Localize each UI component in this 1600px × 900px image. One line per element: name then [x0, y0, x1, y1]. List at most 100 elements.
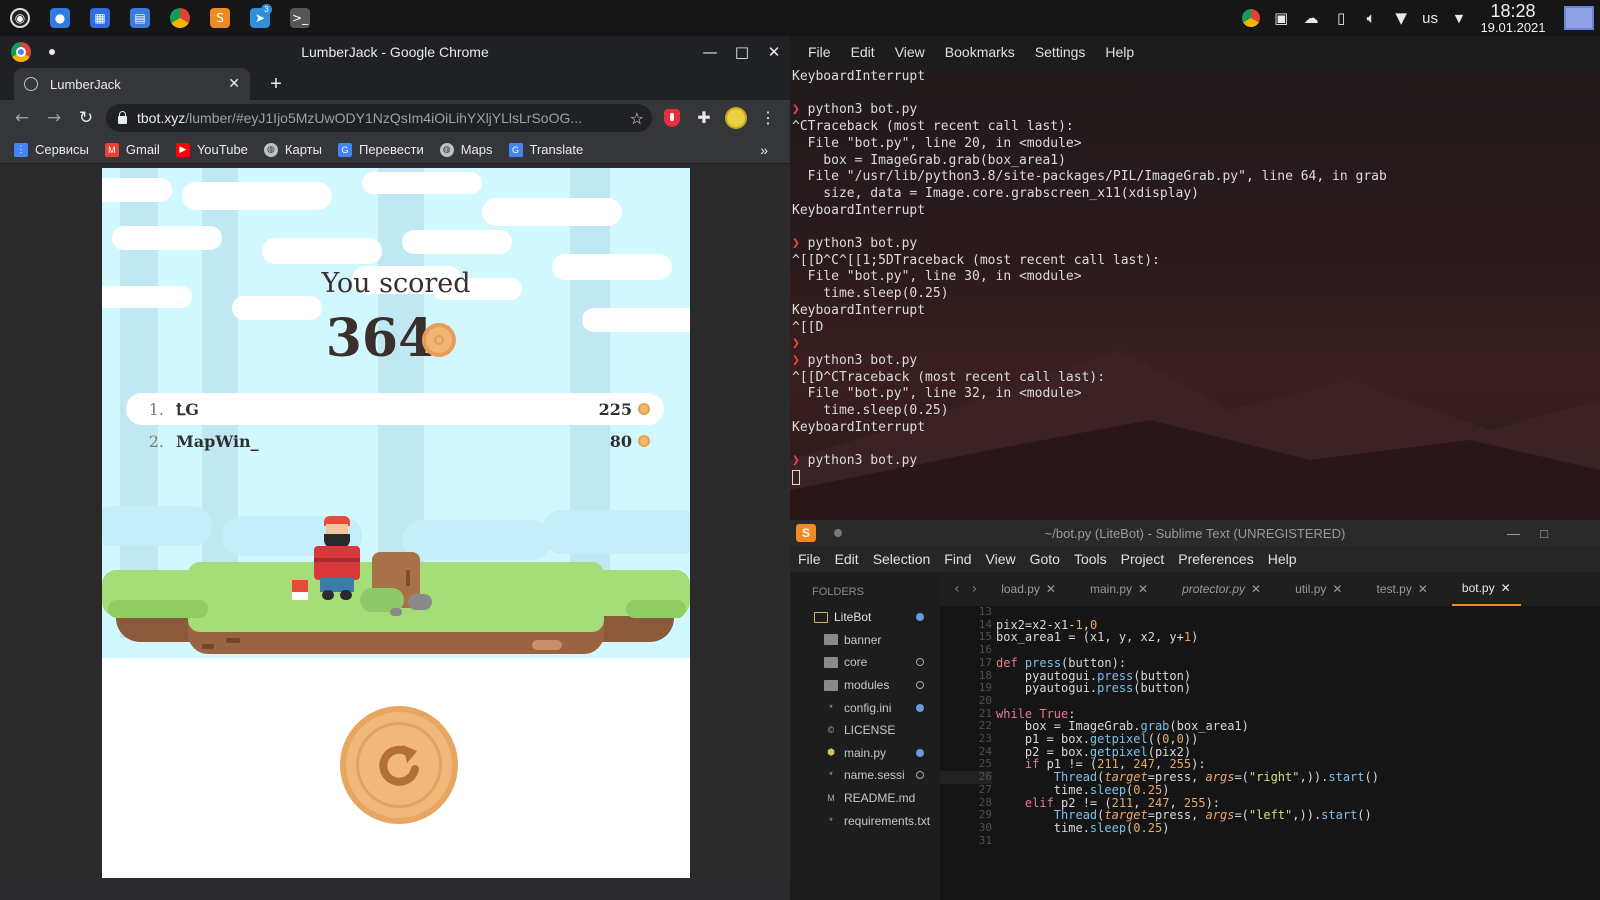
volume-icon[interactable]: 🔈︎: [1356, 0, 1386, 36]
taskbar-app-messenger[interactable]: ●: [40, 0, 80, 36]
tray-expand-icon[interactable]: ▼: [1444, 0, 1474, 36]
taskbar-app-calendar[interactable]: ▦: [80, 0, 120, 36]
tab-protector-py[interactable]: protector.py ✕: [1172, 572, 1271, 606]
url-text[interactable]: tbot.xyz/lumber/#eyJ1Ijo5MzUwODY1NzQsIm4…: [137, 110, 630, 126]
bookmark-1[interactable]: M Gmail: [104, 142, 160, 157]
bookmark-star-icon[interactable]: ☆: [630, 109, 644, 128]
close-button[interactable]: ✕: [758, 36, 790, 68]
menu-file[interactable]: File: [798, 551, 821, 567]
menu-bookmarks[interactable]: Bookmarks: [945, 44, 1015, 60]
taskbar-app-chrome[interactable]: [160, 0, 200, 36]
screenshot-icon[interactable]: ▣: [1266, 0, 1296, 36]
wifi-icon[interactable]: ▼: [1386, 0, 1416, 36]
close-tab-icon[interactable]: ✕: [1251, 582, 1261, 596]
sidebar-item-config-ini[interactable]: * config.ini: [790, 696, 940, 719]
close-tab-icon[interactable]: ✕: [1046, 582, 1056, 596]
bookmark-6[interactable]: G Translate: [508, 142, 583, 157]
tab-prev-icon[interactable]: ‹: [940, 581, 966, 597]
profile-avatar[interactable]: [720, 102, 752, 134]
bookmark-5[interactable]: ◍ Maps: [439, 142, 493, 157]
menu-settings[interactable]: Settings: [1035, 44, 1086, 60]
close-tab-icon[interactable]: ✕: [1501, 581, 1511, 595]
menu-help[interactable]: Help: [1105, 44, 1134, 60]
code-editor[interactable]: 13 14 15 16 17 18 19 20 21 22 23 24 25 26 27 28 29 30 31 p…: [940, 606, 1600, 900]
chrome-menu-icon[interactable]: ⋮: [752, 102, 784, 134]
bookmark-2[interactable]: ▶ YouTube: [175, 142, 248, 157]
show-desktop-button[interactable]: [1564, 6, 1594, 30]
menu-help[interactable]: Help: [1268, 551, 1297, 567]
chrome-titlebar[interactable]: LumberJack - Google Chrome — □ ✕: [0, 36, 790, 68]
close-tab-icon[interactable]: ✕: [1138, 582, 1148, 596]
sidebar-item-requirements-txt[interactable]: * requirements.txt: [790, 809, 940, 832]
lumberjack-game[interactable]: You scored 364 1. ꝈG 225 2. MapWin_ 80: [102, 168, 690, 878]
sidebar-item-license[interactable]: © LICENSE: [790, 719, 940, 742]
menu-project[interactable]: Project: [1121, 551, 1165, 567]
minimize-button[interactable]: —: [694, 36, 726, 68]
menu-selection[interactable]: Selection: [873, 551, 931, 567]
youtube-icon: ▶: [175, 142, 190, 157]
menu-file[interactable]: File: [808, 44, 831, 60]
chrome-tray-icon[interactable]: [1236, 0, 1266, 36]
close-tab-icon[interactable]: ✕: [1332, 582, 1342, 596]
sidebar-item-main-py[interactable]: ⬢ main.py: [790, 742, 940, 765]
address-bar[interactable]: tbot.xyz/lumber/#eyJ1Ijo5MzUwODY1NzQsIm4…: [106, 104, 652, 132]
maximize-button[interactable]: □: [1540, 520, 1548, 546]
forward-button[interactable]: →: [38, 102, 70, 134]
sidebar-item-name-sessi[interactable]: * name.sessi: [790, 764, 940, 787]
menu-edit[interactable]: Edit: [851, 44, 875, 60]
code-text[interactable]: pix2=x2-x1-1,0 box_area1 = (x1, y, x2, y+…: [996, 606, 1379, 847]
keyboard-layout[interactable]: us: [1416, 10, 1444, 27]
menu-view[interactable]: View: [895, 44, 925, 60]
bookmarks-overflow-button[interactable]: »: [760, 142, 768, 158]
tab-load-py[interactable]: load.py ✕: [991, 572, 1066, 606]
menu-view[interactable]: View: [986, 551, 1016, 567]
sidebar-item-litebot[interactable]: LiteBot: [790, 606, 940, 629]
sidebar-item-banner[interactable]: banner: [790, 629, 940, 652]
network-activity-icon[interactable]: ☁: [1296, 0, 1326, 36]
close-tab-icon[interactable]: ✕: [1418, 582, 1428, 596]
bookmark-3[interactable]: ◍ Карты: [263, 142, 322, 157]
menu-goto[interactable]: Goto: [1030, 551, 1060, 567]
bookmark-0[interactable]: ⋮ Сервисы: [14, 142, 89, 157]
taskbar-app-terminal[interactable]: >_: [280, 0, 320, 36]
menu-find[interactable]: Find: [944, 551, 971, 567]
sidebar-item-label: LICENSE: [844, 723, 896, 738]
close-tab-icon[interactable]: ✕: [228, 76, 240, 92]
menu-edit[interactable]: Edit: [835, 551, 859, 567]
clipboard-icon[interactable]: ▯: [1326, 0, 1356, 36]
tab-next-icon[interactable]: ›: [966, 581, 992, 597]
line-number: 17: [978, 655, 992, 669]
window-pin-dot[interactable]: [49, 49, 55, 55]
sublime-titlebar[interactable]: S ~/bot.py (LiteBot) - Sublime Text (UNR…: [790, 520, 1600, 546]
extensions-puzzle-icon[interactable]: ✚: [688, 102, 720, 134]
back-button[interactable]: ←: [6, 102, 38, 134]
tab-util-py[interactable]: util.py ✕: [1285, 572, 1352, 606]
restart-button[interactable]: [340, 706, 458, 824]
taskbar-app-files[interactable]: ▤: [120, 0, 160, 36]
terminal-text: KeyboardInterrupt: [792, 302, 926, 318]
maximize-button[interactable]: □: [726, 36, 758, 68]
adblock-extension-icon[interactable]: [656, 102, 688, 134]
tab-bot-py[interactable]: bot.py ✕: [1451, 572, 1521, 606]
window-pin-dot[interactable]: [834, 529, 842, 537]
minimize-button[interactable]: —: [1507, 520, 1520, 546]
bookmark-4[interactable]: G Перевести: [337, 142, 424, 157]
terminal-output[interactable]: KeyboardInterrupt ❯ python3 bot.py ^CTrac…: [792, 69, 1600, 488]
taskbar-app-telegram[interactable]: ➤ 3: [240, 0, 280, 36]
tab-main-py[interactable]: main.py ✕: [1080, 572, 1158, 606]
new-tab-button[interactable]: +: [262, 70, 290, 98]
sidebar-item-readme-md[interactable]: M README.md: [790, 787, 940, 810]
tab-lumberjack[interactable]: LumberJack ✕: [14, 68, 250, 100]
file-icon: ©: [827, 725, 835, 736]
clock[interactable]: 18:28 19.01.2021: [1474, 2, 1556, 34]
terminal-line: File "bot.py", line 32, in <module>: [792, 386, 1600, 403]
taskbar-app-sublime[interactable]: S: [200, 0, 240, 36]
taskbar-app-system-menu[interactable]: ◉: [0, 0, 40, 36]
sidebar-item-modules[interactable]: modules: [790, 674, 940, 697]
reload-button[interactable]: ↻: [70, 102, 102, 134]
tab-test-py[interactable]: test.py ✕: [1366, 572, 1437, 606]
menu-tools[interactable]: Tools: [1074, 551, 1107, 567]
tab-strip: LumberJack ✕ +: [0, 68, 790, 100]
sidebar-item-core[interactable]: core: [790, 651, 940, 674]
menu-preferences[interactable]: Preferences: [1178, 551, 1253, 567]
